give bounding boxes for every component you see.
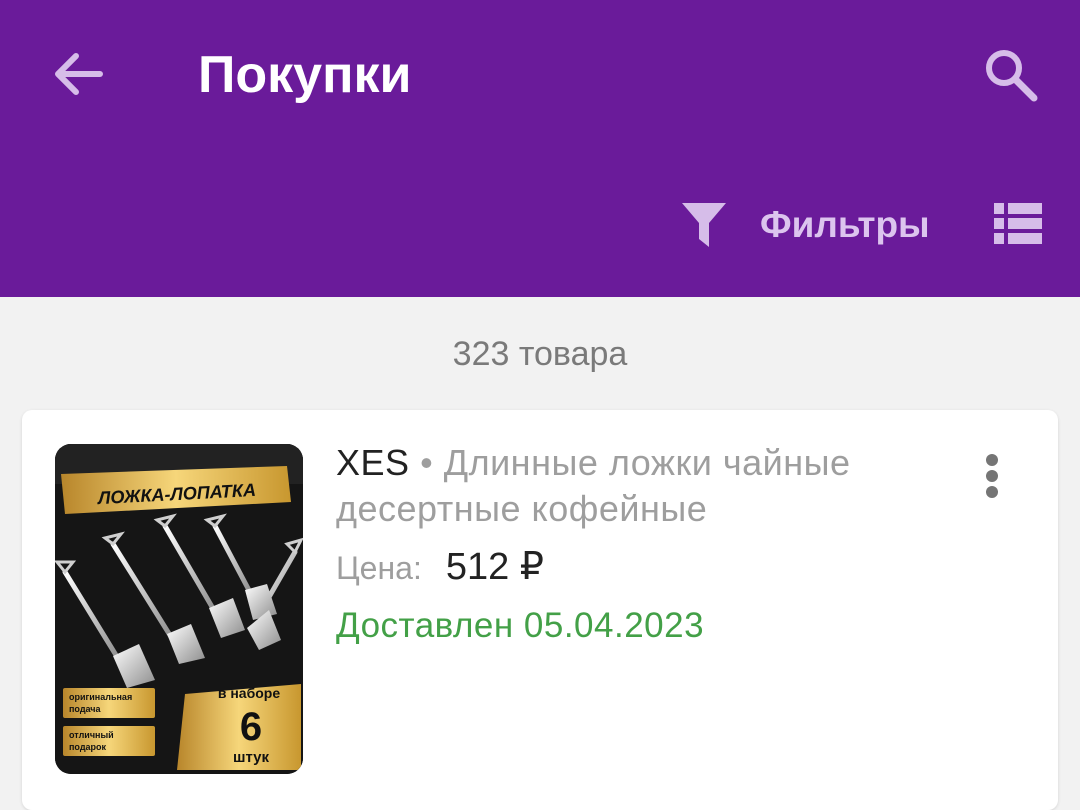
product-title[interactable]: XES • Длинные ложки чайные десертные коф…	[336, 440, 936, 532]
product-name: Длинные ложки чайные десертные кофейные	[336, 442, 851, 529]
image-badge-bottom: штук	[233, 749, 270, 766]
page-title: Покупки	[198, 46, 412, 104]
items-count: 323 товара	[452, 335, 628, 373]
delivery-status: Доставлен 05.04.2023	[336, 606, 705, 645]
price-row: Цена: 512 ₽	[336, 544, 544, 589]
product-brand: XES	[336, 442, 410, 483]
search-icon	[986, 50, 1038, 102]
image-badge-number: 6	[240, 705, 262, 749]
image-tag1-line2: подача	[69, 704, 102, 714]
view-toggle-button[interactable]	[992, 201, 1044, 245]
back-button[interactable]	[48, 46, 108, 102]
filters-button[interactable]: Фильтры	[680, 192, 940, 258]
filters-label: Фильтры	[760, 204, 930, 245]
arrow-left-icon	[55, 53, 103, 95]
price-label: Цена:	[336, 550, 422, 586]
more-vertical-icon	[986, 454, 998, 498]
image-badge-top: в наборе	[218, 685, 280, 701]
search-button[interactable]	[980, 44, 1044, 106]
product-image[interactable]: ЛОЖКА-ЛОПАТКА оригинальная подача отличн…	[55, 444, 303, 774]
image-tag2-line2: подарок	[69, 742, 107, 752]
purchase-card[interactable]: ЛОЖКА-ЛОПАТКА оригинальная подача отличн…	[22, 410, 1058, 810]
title-separator: •	[420, 442, 434, 483]
image-tag1-line1: оригинальная	[69, 692, 132, 702]
image-tag2-line1: отличный	[69, 730, 114, 740]
price-value: 512 ₽	[445, 546, 544, 588]
app-bar: Покупки Фильтры	[0, 0, 1080, 297]
more-options-button[interactable]	[972, 450, 1012, 506]
list-view-icon	[994, 203, 1042, 244]
filter-funnel-icon	[682, 203, 726, 247]
